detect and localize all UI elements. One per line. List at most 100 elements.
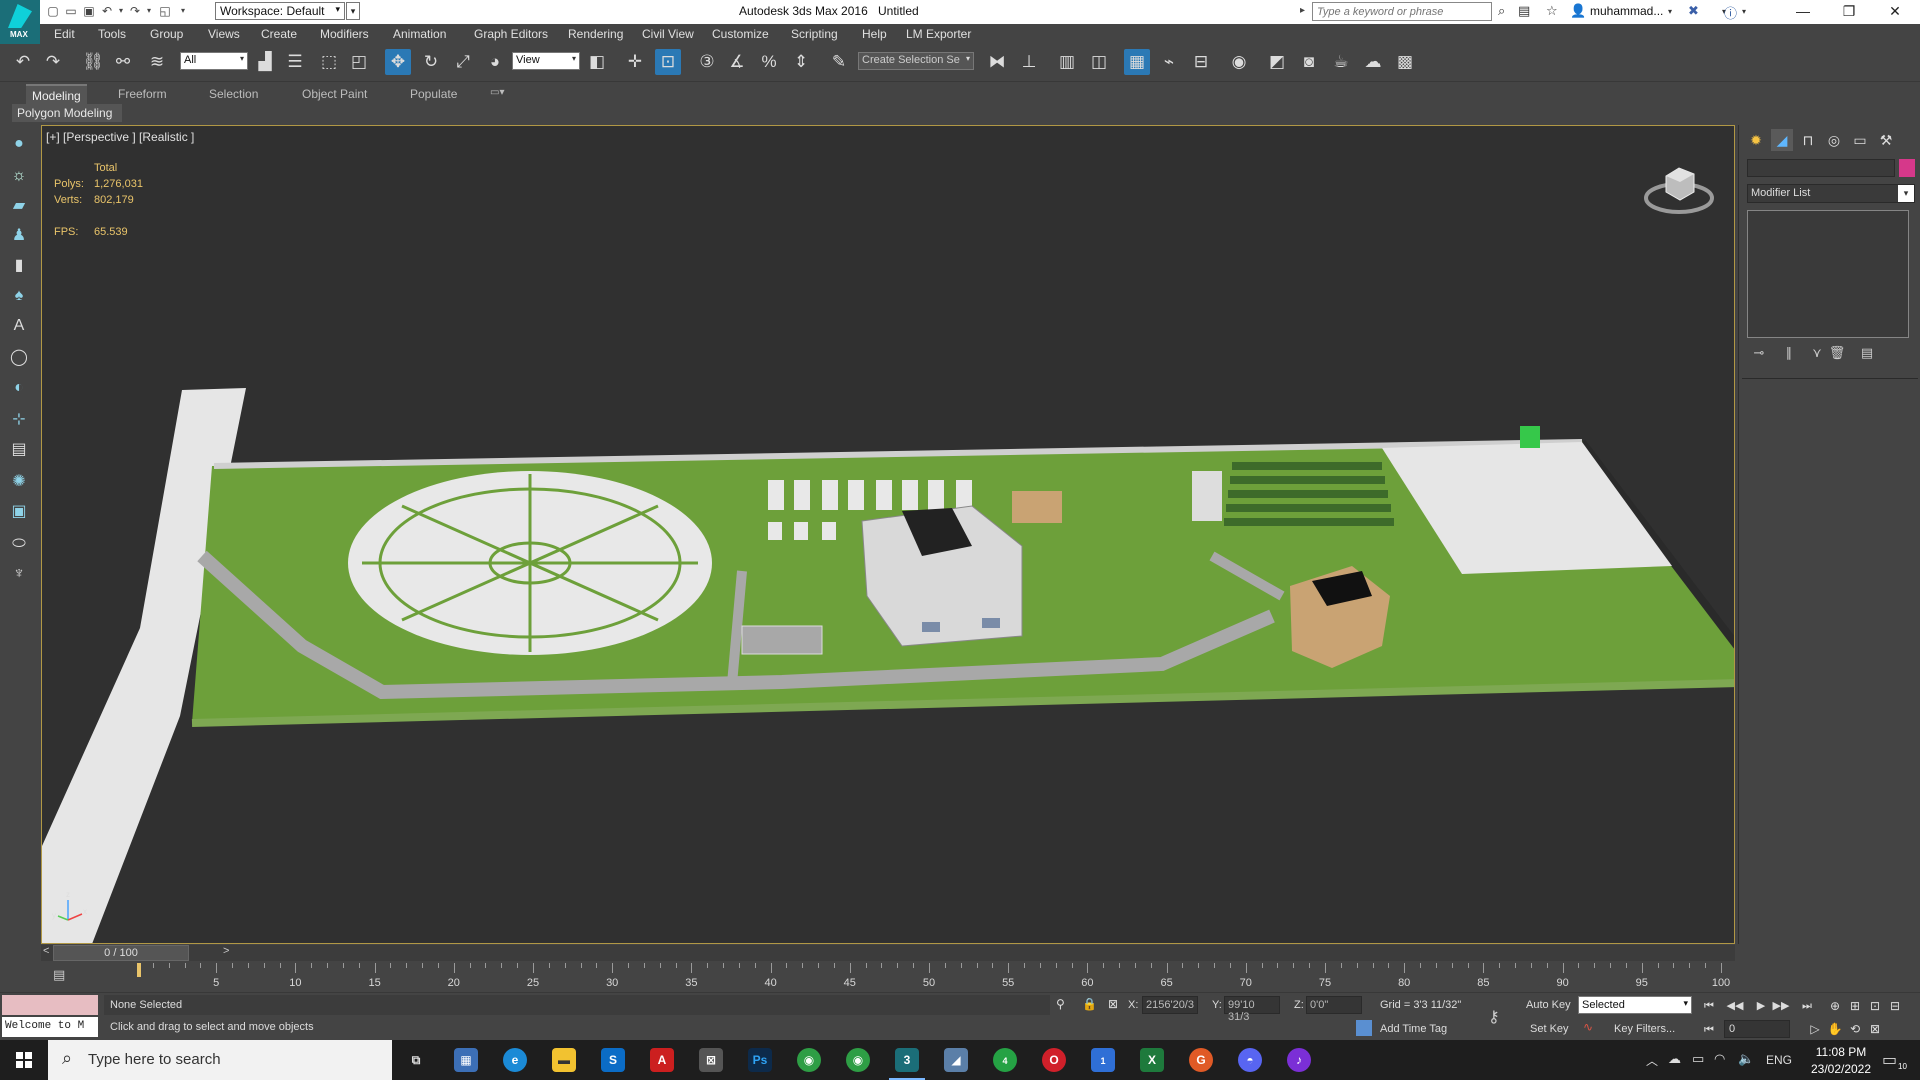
- sunlight-icon[interactable]: ☼: [7, 164, 31, 188]
- modifier-list-select[interactable]: Modifier List ▾: [1747, 184, 1915, 203]
- keyboard-shortcut-override-icon[interactable]: ⊡: [655, 49, 681, 75]
- render-production-icon[interactable]: ☕: [1328, 49, 1354, 75]
- ribbon-tab-selection[interactable]: Selection: [209, 87, 258, 101]
- project-folder-icon[interactable]: ◱: [158, 4, 172, 18]
- pan-view-icon[interactable]: ✋: [1826, 1020, 1844, 1038]
- previous-frame-icon[interactable]: ◀◀: [1726, 997, 1744, 1015]
- particle-icon[interactable]: ✺: [7, 470, 31, 494]
- maxscript-listener-input[interactable]: Welcome to M: [2, 1017, 98, 1037]
- rectangular-selection-icon[interactable]: ⬚: [316, 49, 342, 75]
- toggle-ribbon-icon[interactable]: ▦: [1124, 49, 1150, 75]
- named-selection-input[interactable]: Create Selection Se ▾: [858, 52, 974, 70]
- user-name[interactable]: muhammad...: [1590, 4, 1663, 18]
- new-scene-icon[interactable]: ▢: [46, 4, 60, 18]
- mini-curve-editor-icon[interactable]: ▤: [53, 967, 65, 983]
- wifi-icon[interactable]: ◠: [1714, 1051, 1725, 1067]
- edge-browser-icon[interactable]: e: [503, 1048, 527, 1072]
- clock-date[interactable]: 23/02/2022: [1807, 1062, 1875, 1076]
- menu-lm-exporter[interactable]: LM Exporter: [906, 27, 971, 41]
- selection-filter-select[interactable]: All ▾: [180, 52, 248, 70]
- photoshop-icon[interactable]: Ps: [748, 1048, 772, 1072]
- file-explorer-icon[interactable]: ▬: [552, 1048, 576, 1072]
- mirror-icon[interactable]: ⧓: [984, 49, 1010, 75]
- application-menu-button[interactable]: MAX: [0, 0, 40, 44]
- menu-graph-editors[interactable]: Graph Editors: [474, 27, 548, 41]
- material-editor-icon[interactable]: ◉: [1226, 49, 1252, 75]
- redo-icon[interactable]: ↷: [128, 4, 142, 18]
- menu-animation[interactable]: Animation: [393, 27, 446, 41]
- object-color-swatch[interactable]: [1899, 159, 1915, 177]
- render-setup-icon[interactable]: ◩: [1264, 49, 1290, 75]
- y-coord-field[interactable]: 99'10 31/3: [1224, 996, 1280, 1023]
- add-time-tag-button[interactable]: Add Time Tag: [1380, 1023, 1447, 1035]
- spinner-snap-icon[interactable]: ⇕: [788, 49, 814, 75]
- graphics-app-icon[interactable]: ⊠: [699, 1048, 723, 1072]
- absolute-mode-icon[interactable]: ⊠: [1108, 997, 1118, 1011]
- help-icon[interactable]: ⓘ: [1724, 3, 1737, 22]
- notification-center-icon[interactable]: ▭: [1882, 1050, 1897, 1070]
- ribbon-tab-populate[interactable]: Populate: [410, 87, 457, 101]
- chrome-profile-icon[interactable]: ◉: [846, 1048, 870, 1072]
- time-slider-prev-icon[interactable]: <: [43, 945, 49, 957]
- help-dropdown-icon[interactable]: ▾: [1742, 7, 1746, 16]
- ribbon-tab-object-paint[interactable]: Object Paint: [302, 87, 367, 101]
- key-tangent-icon[interactable]: ∿: [1583, 1020, 1593, 1034]
- maxscript-listener-output[interactable]: [2, 995, 98, 1015]
- input-language[interactable]: ENG: [1766, 1053, 1792, 1067]
- create-tab-icon[interactable]: ✹: [1745, 129, 1767, 151]
- menu-rendering[interactable]: Rendering: [568, 27, 623, 41]
- menu-modifiers[interactable]: Modifiers: [320, 27, 369, 41]
- display-tab-icon[interactable]: ▭: [1849, 129, 1871, 151]
- character-icon[interactable]: ♟: [7, 224, 31, 248]
- x-coord-field[interactable]: 2156'20/3: [1142, 996, 1198, 1014]
- perspective-viewport[interactable]: [+] [Perspective ] [Realistic ] Total Po…: [41, 125, 1735, 944]
- toggle-scene-explorer-icon[interactable]: ▥: [1054, 49, 1080, 75]
- menu-scripting[interactable]: Scripting: [791, 27, 838, 41]
- chrome-browser-icon[interactable]: ◉: [797, 1048, 821, 1072]
- snaps-toggle-icon[interactable]: ③: [694, 49, 720, 75]
- grammarly-icon[interactable]: G: [1189, 1048, 1213, 1072]
- volume-icon[interactable]: 🔈: [1738, 1051, 1754, 1067]
- menu-civil-view[interactable]: Civil View: [642, 27, 694, 41]
- app-icon[interactable]: ◢: [944, 1048, 968, 1072]
- camera-icon[interactable]: ▰: [7, 194, 31, 218]
- windows-start-icon[interactable]: [0, 1040, 48, 1080]
- remove-modifier-icon[interactable]: 🗑: [1827, 345, 1847, 363]
- taskbar-search-box[interactable]: ⌕ Type here to search: [48, 1040, 392, 1080]
- play-icon[interactable]: ▶: [1752, 997, 1770, 1015]
- ribbon-tab-freeform[interactable]: Freeform: [118, 87, 167, 101]
- render-in-cloud-icon[interactable]: ☁: [1360, 49, 1386, 75]
- open-file-icon[interactable]: ▭: [64, 4, 78, 18]
- select-object-icon[interactable]: ▟: [252, 49, 278, 75]
- time-slider-next-icon[interactable]: >: [223, 945, 229, 957]
- sphere-icon[interactable]: ◐: [7, 376, 31, 400]
- timeline-ruler[interactable]: 5 10 15 20 25 30 35 40 45 50 55 60 65 70 75 80 85 90 95 100: [137, 963, 1730, 991]
- search-expand-icon[interactable]: ▸: [1300, 5, 1305, 16]
- go-to-start-icon[interactable]: ⏮: [1700, 997, 1718, 1015]
- select-place-icon[interactable]: ◕: [482, 49, 508, 75]
- z-coord-field[interactable]: 0'0": [1306, 996, 1362, 1014]
- bind-space-warp-icon[interactable]: ≋: [144, 49, 170, 75]
- task-view-icon[interactable]: ⧉: [404, 1048, 428, 1072]
- select-by-name-icon[interactable]: ☰: [282, 49, 308, 75]
- menu-customize[interactable]: Customize: [712, 27, 769, 41]
- set-keys-key-icon[interactable]: ⚷: [1488, 1007, 1500, 1027]
- book-icon[interactable]: ▮: [7, 254, 31, 278]
- link-icon[interactable]: ⛓: [80, 49, 106, 75]
- auto-key-button[interactable]: Auto Key: [1526, 999, 1571, 1011]
- ribbon-tab-modeling[interactable]: Modeling: [26, 84, 87, 104]
- autocad-icon[interactable]: A: [650, 1048, 674, 1072]
- calculator-app-icon[interactable]: ▦: [454, 1048, 478, 1072]
- binoculars-icon[interactable]: ⌕: [1498, 3, 1505, 19]
- undo-icon[interactable]: ↶: [100, 4, 114, 18]
- configure-modifier-sets-icon[interactable]: ▤: [1857, 345, 1877, 363]
- make-unique-icon[interactable]: ⋎: [1807, 345, 1827, 363]
- isolate-selection-icon[interactable]: ⚲: [1056, 997, 1065, 1011]
- clock-time[interactable]: 11:08 PM: [1807, 1045, 1875, 1059]
- current-frame-marker[interactable]: [137, 963, 141, 977]
- redo-dropdown-icon[interactable]: ▾: [142, 4, 156, 18]
- pin-icon[interactable]: ♆: [7, 562, 31, 586]
- zoom-extents-icon[interactable]: ⊡: [1866, 997, 1884, 1015]
- select-rotate-icon[interactable]: ↻: [418, 49, 444, 75]
- menu-tools[interactable]: Tools: [98, 27, 126, 41]
